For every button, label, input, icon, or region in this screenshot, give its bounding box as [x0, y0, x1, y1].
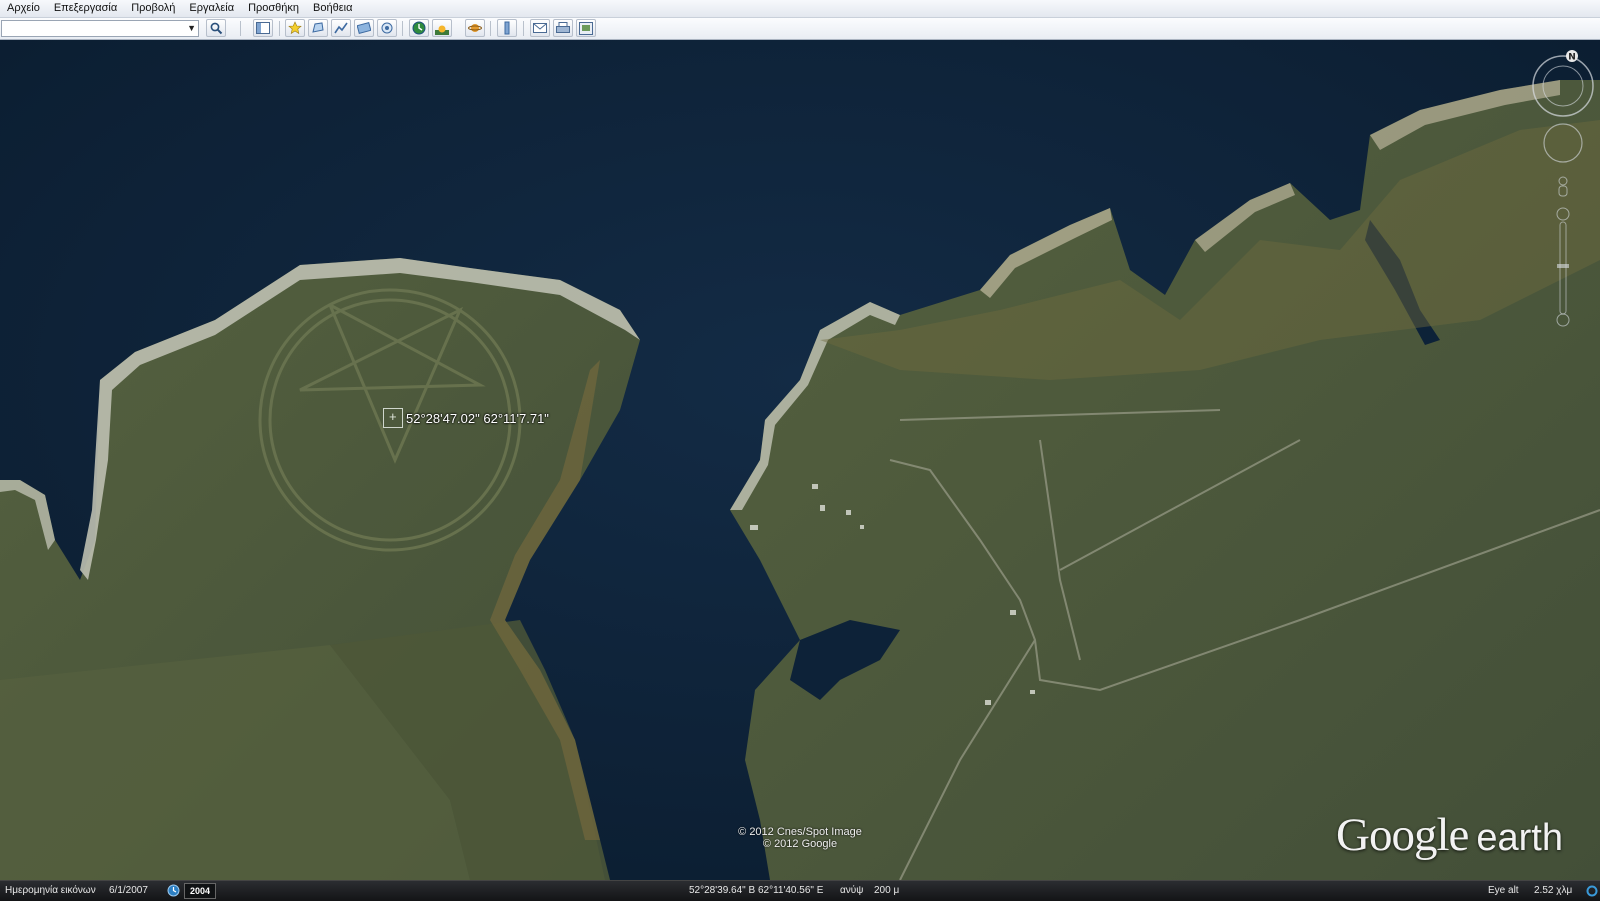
toolbar-separator	[490, 21, 491, 36]
navigation-controls: N	[1528, 46, 1598, 336]
menu-add[interactable]: Προσθήκη	[241, 0, 306, 17]
sunlight-button[interactable]	[432, 19, 452, 37]
google-earth-logo: Google earth	[1336, 808, 1563, 862]
ruler-button[interactable]	[497, 19, 517, 37]
imagery-date-value: 6/1/2007	[109, 885, 148, 896]
historical-year-badge[interactable]: 2004	[184, 883, 216, 899]
historical-imagery-clock-icon[interactable]	[167, 884, 180, 900]
satellite-imagery	[0, 40, 1600, 880]
imagery-date-label: Ημερομηνία εικόνων	[5, 885, 96, 896]
placemark-marker-icon[interactable]	[383, 408, 403, 428]
eye-alt-label: Eye alt	[1488, 885, 1519, 896]
svg-text:N: N	[1568, 53, 1576, 63]
email-icon	[533, 23, 547, 33]
record-tour-button[interactable]	[377, 19, 397, 37]
switch-planets-button[interactable]	[465, 19, 485, 37]
imagery-attribution: © 2012 Cnes/Spot Image © 2012 Google	[720, 826, 880, 850]
search-input[interactable]: ▼	[1, 20, 199, 37]
print-button[interactable]	[553, 19, 573, 37]
menu-help[interactable]: Βοήθεια	[306, 0, 359, 17]
look-joystick-icon[interactable]	[1543, 123, 1583, 163]
menu-file[interactable]: Αρχείο	[0, 0, 47, 17]
eye-alt-value: 2.52 χλμ	[1534, 885, 1573, 896]
menu-tools[interactable]: Εργαλεία	[182, 0, 241, 17]
search-button[interactable]	[206, 19, 226, 37]
cursor-coordinates: 52°28'39.64" B 62°11'40.56" E	[689, 885, 824, 896]
ruler-icon	[504, 21, 510, 35]
elevation-label: ανύψ	[840, 885, 864, 896]
toolbar-separator	[523, 21, 524, 36]
chevron-down-icon[interactable]: ▼	[187, 21, 196, 36]
status-bar: Ημερομηνία εικόνων 6/1/2007 2004 52°28'3…	[0, 880, 1600, 901]
record-tour-icon	[381, 22, 393, 34]
image-overlay-icon	[357, 21, 371, 35]
logo-earth-text: earth	[1476, 817, 1563, 859]
add-image-overlay-button[interactable]	[354, 19, 374, 37]
placemark-coordinates-label[interactable]: 52°28'47.02" 62°11'7.71"	[406, 411, 549, 426]
toolbar-separator	[279, 21, 280, 36]
map-view[interactable]: 52°28'47.02" 62°11'7.71" © 2012 Cnes/Spo…	[0, 40, 1600, 880]
streaming-indicator-icon	[1586, 885, 1598, 900]
toolbar-separator	[402, 21, 403, 36]
polygon-icon	[312, 22, 324, 33]
toolbar-separator	[240, 21, 241, 36]
add-path-button[interactable]	[331, 19, 351, 37]
path-icon	[334, 22, 348, 34]
logo-google-text: Google	[1336, 809, 1469, 861]
elevation-value: 200 μ	[874, 885, 900, 896]
print-icon	[556, 21, 570, 33]
historical-imagery-icon	[412, 21, 426, 35]
add-placemark-button[interactable]	[285, 19, 305, 37]
placemark-icon	[288, 21, 302, 35]
compass-ring-icon[interactable]	[1532, 55, 1594, 117]
sidebar-icon	[256, 22, 270, 34]
menu-view[interactable]: Προβολή	[124, 0, 182, 17]
menu-bar: Αρχείο Επεξεργασία Προβολή Εργαλεία Προσ…	[0, 0, 1600, 18]
historical-imagery-button[interactable]	[409, 19, 429, 37]
search-icon	[210, 22, 222, 34]
planets-icon	[468, 24, 482, 32]
street-view-pegman-icon[interactable]	[1558, 176, 1568, 197]
zoom-slider[interactable]	[1556, 207, 1570, 327]
toolbar: ▼	[0, 18, 1600, 40]
compass-north-icon[interactable]: N	[1566, 50, 1578, 63]
email-button[interactable]	[530, 19, 550, 37]
menu-edit[interactable]: Επεξεργασία	[47, 0, 124, 17]
attribution-line-1: © 2012 Cnes/Spot Image	[738, 826, 862, 838]
save-image-icon	[579, 21, 593, 35]
add-polygon-button[interactable]	[308, 19, 328, 37]
save-image-button[interactable]	[576, 19, 596, 37]
attribution-line-2: © 2012 Google	[762, 838, 838, 850]
sun-icon	[435, 25, 449, 35]
toggle-sidebar-button[interactable]	[253, 19, 273, 37]
